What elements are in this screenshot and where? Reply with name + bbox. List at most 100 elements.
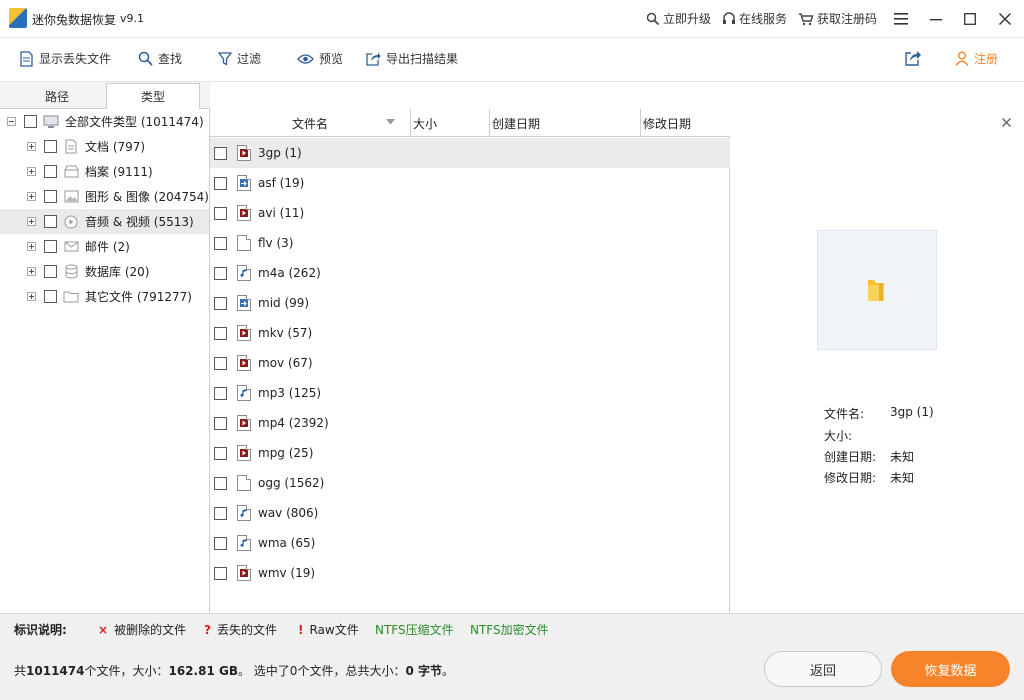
file-row[interactable]: flv (3): [210, 228, 730, 258]
tree-checkbox[interactable]: [24, 115, 37, 128]
maximize-button[interactable]: [957, 6, 983, 32]
file-row[interactable]: m4a (262): [210, 258, 730, 288]
get-code-link[interactable]: 获取注册码: [798, 10, 877, 27]
audio-file-icon: [237, 265, 251, 281]
row-checkbox[interactable]: [214, 146, 227, 160]
status-suffix: 。: [441, 664, 454, 678]
expand-icon[interactable]: [27, 217, 36, 226]
row-checkbox[interactable]: [214, 266, 227, 280]
status-summary: 共1011474个文件，大小：162.81 GB。 选中了0个文件，总共大小：0…: [14, 662, 454, 679]
row-checkbox[interactable]: [214, 326, 227, 340]
video-file-icon: [237, 145, 251, 161]
file-name: mpg (25): [258, 446, 314, 460]
online-service-link[interactable]: 在线服务: [722, 10, 787, 27]
online-service-label: 在线服务: [739, 12, 788, 26]
row-checkbox[interactable]: [214, 446, 227, 460]
row-checkbox[interactable]: [214, 356, 227, 370]
find-label: 查找: [158, 52, 183, 66]
collapse-icon[interactable]: [7, 117, 16, 126]
preview-close-button[interactable]: [1002, 115, 1011, 131]
preview-button[interactable]: 预览: [297, 50, 343, 67]
row-checkbox[interactable]: [214, 536, 227, 550]
file-row[interactable]: avi (11): [210, 198, 730, 228]
headset-icon: [723, 11, 735, 24]
tree-checkbox[interactable]: [44, 140, 57, 153]
tree-item-database[interactable]: 数据库 (20): [0, 259, 209, 284]
row-checkbox[interactable]: [214, 476, 227, 490]
column-created[interactable]: 创建日期: [489, 109, 640, 137]
file-row[interactable]: 3gp (1): [210, 138, 730, 168]
upgrade-link[interactable]: 立即升级: [646, 10, 711, 27]
expand-icon[interactable]: [27, 292, 36, 301]
tab-path[interactable]: 路径: [10, 84, 104, 109]
row-checkbox[interactable]: [214, 296, 227, 310]
file-row[interactable]: mkv (57): [210, 318, 730, 348]
file-row[interactable]: wav (806): [210, 498, 730, 528]
file-row[interactable]: mov (67): [210, 348, 730, 378]
close-button[interactable]: [992, 6, 1018, 32]
status-selected-middle: 个文件，总共大小：: [297, 664, 406, 678]
file-row[interactable]: ogg (1562): [210, 468, 730, 498]
filter-button[interactable]: 过滤: [218, 50, 261, 67]
tree-checkbox[interactable]: [44, 265, 57, 278]
register-button[interactable]: 注册: [955, 50, 998, 67]
tree-item-archives[interactable]: 档案 (9111): [0, 159, 209, 184]
row-checkbox[interactable]: [214, 386, 227, 400]
tree-item-other[interactable]: 其它文件 (791277): [0, 284, 209, 309]
file-name: 3gp (1): [258, 146, 302, 160]
preview-name-value: 3gp (1): [890, 405, 934, 419]
row-checkbox[interactable]: [214, 206, 227, 220]
tree-checkbox[interactable]: [44, 165, 57, 178]
type-tree: 全部文件类型 (1011474) 文档 (797) 档案 (9111) 图形 &…: [0, 109, 210, 613]
export-results-button[interactable]: 导出扫描结果: [366, 50, 458, 67]
folder-icon: [63, 289, 79, 305]
tree-item-audio-video[interactable]: 音频 & 视频 (5513): [0, 209, 209, 234]
close-icon: [999, 13, 1011, 25]
tree-checkbox[interactable]: [44, 290, 57, 303]
tab-type[interactable]: 类型: [106, 83, 200, 109]
find-button[interactable]: 查找: [138, 50, 182, 67]
minimize-button[interactable]: [923, 6, 949, 32]
title-bar: 迷你兔数据恢复 v9.1 立即升级 在线服务 获取注册码: [0, 0, 1024, 38]
file-row[interactable]: mp3 (125): [210, 378, 730, 408]
share-button[interactable]: [905, 50, 922, 66]
video-file-icon: [237, 355, 251, 371]
row-checkbox[interactable]: [214, 236, 227, 250]
upgrade-label: 立即升级: [663, 12, 712, 26]
expand-icon[interactable]: [27, 267, 36, 276]
recover-button[interactable]: 恢复数据: [891, 651, 1010, 687]
status-prefix: 共: [14, 664, 27, 678]
tree-item-images[interactable]: 图形 & 图像 (204754): [0, 184, 209, 209]
file-row[interactable]: mp4 (2392): [210, 408, 730, 438]
expand-icon[interactable]: [27, 242, 36, 251]
expand-icon[interactable]: [27, 167, 36, 176]
row-checkbox[interactable]: [214, 566, 227, 580]
row-checkbox[interactable]: [214, 506, 227, 520]
row-checkbox[interactable]: [214, 176, 227, 190]
file-row[interactable]: wmv (19): [210, 558, 730, 588]
file-row[interactable]: mpg (25): [210, 438, 730, 468]
tree-item-all-types[interactable]: 全部文件类型 (1011474): [0, 109, 209, 134]
row-checkbox[interactable]: [214, 416, 227, 430]
tree-checkbox[interactable]: [44, 215, 57, 228]
app-title: 迷你兔数据恢复: [32, 13, 117, 27]
tree-checkbox[interactable]: [44, 240, 57, 253]
tree-item-label: 文档 (797): [85, 140, 146, 154]
back-button[interactable]: 返回: [764, 651, 882, 687]
tree-item-documents[interactable]: 文档 (797): [0, 134, 209, 159]
tree-checkbox[interactable]: [44, 190, 57, 203]
menu-button[interactable]: [888, 6, 914, 32]
expand-icon[interactable]: [27, 192, 36, 201]
column-name[interactable]: 文件名: [210, 109, 410, 137]
column-modified[interactable]: 修改日期: [640, 109, 730, 137]
expand-icon[interactable]: [27, 142, 36, 151]
toolbar: 显示丢失文件 查找 过滤 预览 导出扫描结果 注册: [0, 38, 1024, 82]
file-row[interactable]: mid (99): [210, 288, 730, 318]
column-size[interactable]: 大小: [410, 109, 489, 137]
column-name-label: 文件名: [291, 116, 328, 131]
show-lost-files-button[interactable]: 显示丢失文件: [20, 50, 111, 67]
file-row[interactable]: wma (65): [210, 528, 730, 558]
tree-item-mail[interactable]: 邮件 (2): [0, 234, 209, 259]
folder-icon: [868, 280, 884, 301]
file-row[interactable]: asf (19): [210, 168, 730, 198]
